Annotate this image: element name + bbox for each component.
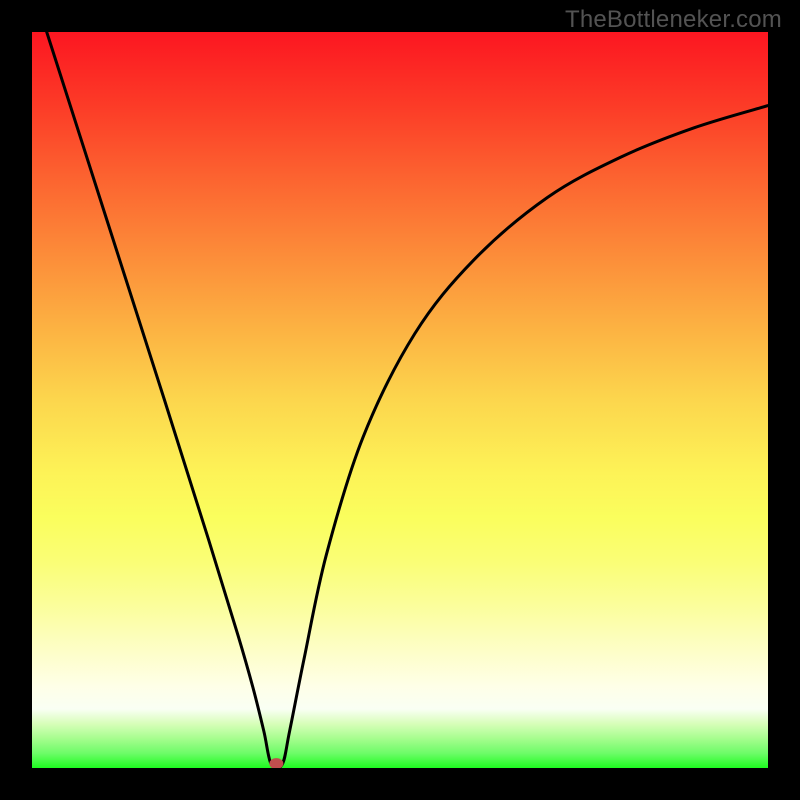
optimal-marker bbox=[269, 758, 283, 768]
watermark-text: TheBottleneker.com bbox=[565, 6, 782, 34]
plot-svg bbox=[32, 32, 768, 768]
bottleneck-curve bbox=[47, 32, 768, 768]
plot-area bbox=[32, 32, 768, 768]
chart-frame: TheBottleneker.com bbox=[0, 0, 800, 800]
